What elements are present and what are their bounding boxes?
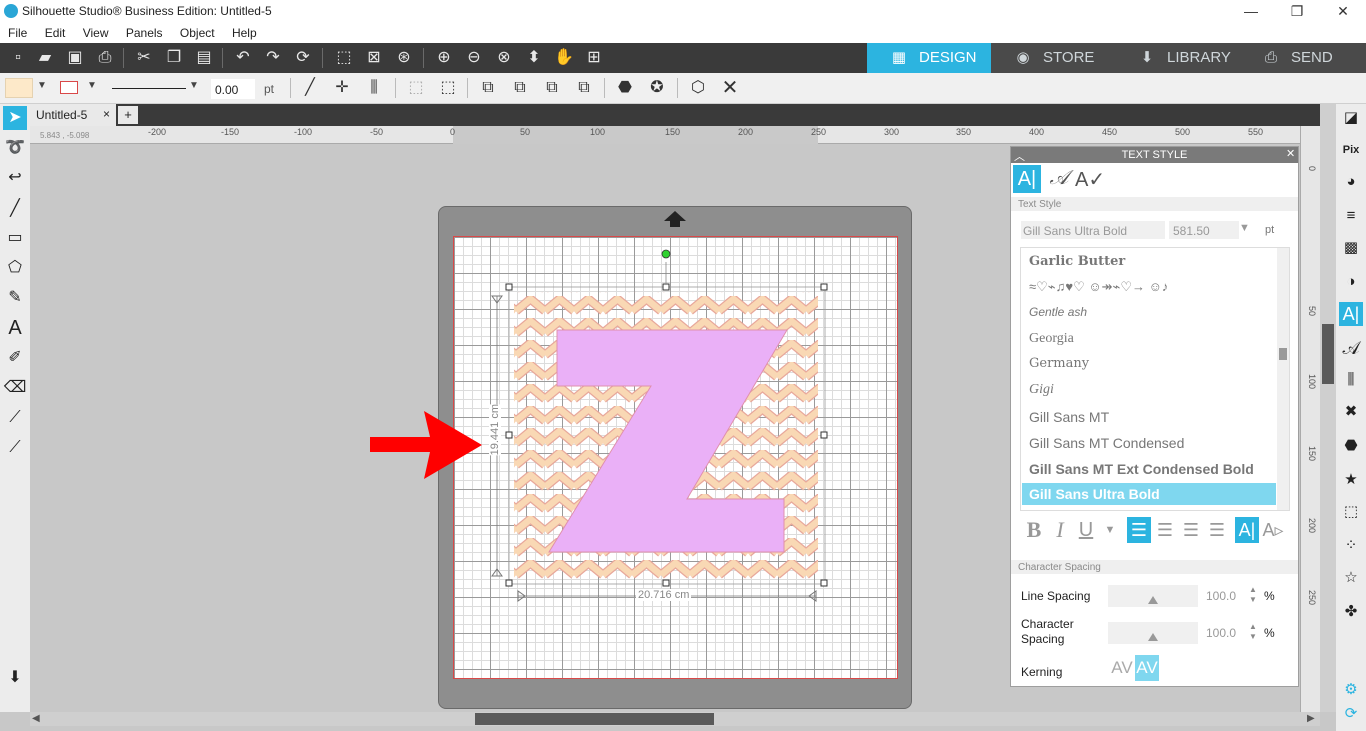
character-spacing-slider[interactable] — [1108, 622, 1198, 644]
horizontal-scrollbar[interactable]: ◀ ▶ — [30, 712, 1320, 726]
resize-handle[interactable] — [820, 283, 828, 291]
page-setup-icon[interactable]: ◪ — [1339, 106, 1363, 130]
line-style-icon[interactable]: ≡ — [1339, 204, 1363, 228]
text-style-panel-icon[interactable]: A| — [1339, 302, 1363, 326]
align-panel-icon[interactable]: ⫼ — [1339, 368, 1363, 392]
percent-label: % — [1264, 626, 1275, 640]
image-effects-icon[interactable]: ▩ — [1339, 236, 1363, 260]
fill-color-icon[interactable]: ◕ — [1339, 170, 1363, 194]
align-left-icon[interactable]: ☰ — [1127, 517, 1151, 543]
vertical-scrollbar[interactable] — [1320, 104, 1336, 712]
resize-handle[interactable] — [505, 579, 513, 587]
resize-handle[interactable] — [505, 431, 513, 439]
collapse-panel-icon[interactable]: ︿ — [1014, 148, 1025, 164]
underline-button[interactable]: U — [1074, 517, 1098, 543]
replicate-icon[interactable]: ✖ — [1339, 400, 1363, 424]
close-panel-icon[interactable]: ✕ — [1286, 147, 1295, 160]
line-spacing-slider[interactable] — [1108, 585, 1198, 607]
sync-icon[interactable]: ⟳ — [1339, 702, 1363, 726]
settings-gear-icon[interactable]: ⚙ — [1339, 678, 1363, 702]
kerning-on-button[interactable]: AV — [1135, 655, 1159, 681]
slider-handle[interactable] — [1148, 633, 1158, 641]
font-item[interactable]: Germany — [1029, 356, 1089, 371]
offset-icon[interactable]: ★ — [1339, 468, 1363, 492]
bold-button[interactable]: B — [1022, 517, 1046, 543]
trace-icon[interactable]: ⬚ — [1339, 500, 1363, 524]
kerning-off-button[interactable]: AV — [1109, 655, 1135, 681]
font-item[interactable]: ≈♡⌁♫♥♡ ☺↠⌁♡→ ☺♪ — [1029, 279, 1168, 295]
resize-handle[interactable] — [505, 283, 513, 291]
resize-handle[interactable] — [662, 283, 670, 291]
line-spacing-stepper-icon[interactable]: ▲ ▼ — [1249, 585, 1257, 605]
resize-handle[interactable] — [820, 579, 828, 587]
line-spacing-input[interactable]: 100.0 — [1202, 586, 1252, 606]
align-center-icon[interactable]: ☰ — [1153, 517, 1177, 543]
slider-handle[interactable] — [1148, 596, 1158, 604]
vertical-scroll-thumb[interactable] — [1322, 324, 1334, 384]
align-right-icon[interactable]: ☰ — [1179, 517, 1203, 543]
text-on-path-tab-icon[interactable]: 𝒜 — [1045, 167, 1073, 193]
font-item[interactable]: Garlic Butter — [1029, 254, 1125, 269]
spell-check-tab-icon[interactable]: A✓ — [1075, 167, 1105, 193]
percent-label: % — [1264, 589, 1275, 603]
scroll-right-icon[interactable]: ▶ — [1307, 713, 1315, 724]
font-item[interactable]: Georgia — [1029, 331, 1074, 347]
font-size-dropdown-icon[interactable]: ▼ — [1239, 222, 1250, 234]
text-on-path-icon[interactable]: 𝒜 — [1339, 336, 1363, 360]
scroll-left-icon[interactable]: ◀ — [32, 713, 40, 724]
underline-dropdown-icon[interactable]: ▼ — [1098, 517, 1122, 543]
text-style-tab-icon[interactable]: A| — [1013, 165, 1041, 193]
annotation-arrow — [370, 411, 482, 479]
font-item[interactable]: Gigi — [1029, 382, 1054, 398]
sketch-effects-icon[interactable]: ☆ — [1339, 566, 1363, 590]
panel-header: TEXT STYLE — [1011, 147, 1298, 163]
font-list-scroll-thumb[interactable] — [1279, 348, 1287, 360]
character-spacing-input[interactable]: 100.0 — [1202, 623, 1252, 643]
font-size-unit: pt — [1265, 224, 1275, 236]
text-style-panel: TEXT STYLE ︿ ✕ A| 𝒜 A✓ Text Style Gill S… — [1010, 146, 1299, 687]
font-item[interactable]: Gill Sans MT — [1029, 409, 1109, 425]
selection-height-label: 19.441 cm — [489, 404, 501, 456]
font-name-input[interactable]: Gill Sans Ultra Bold — [1021, 221, 1165, 239]
italic-button[interactable]: I — [1048, 517, 1072, 543]
selection-width-label: 20.716 cm — [636, 589, 692, 601]
rotate-handle[interactable] — [661, 249, 671, 259]
align-justify-icon[interactable]: ☰ — [1205, 517, 1229, 543]
character-spacing-label: Character Spacing — [1021, 617, 1074, 646]
font-item-selected[interactable]: Gill Sans Ultra Bold — [1022, 483, 1276, 505]
transparency-icon[interactable]: ◑ — [1339, 270, 1363, 294]
font-list-scrollbar[interactable] — [1277, 248, 1289, 510]
rhinestone-icon[interactable]: ⁘ — [1339, 534, 1363, 558]
puzzle-icon[interactable]: ✤ — [1339, 600, 1363, 624]
resize-handle[interactable] — [662, 579, 670, 587]
resize-handle[interactable] — [820, 431, 828, 439]
pixscan-icon[interactable]: Pix — [1339, 138, 1363, 162]
vertical-text-icon[interactable]: A▹ — [1261, 517, 1285, 543]
horizontal-scroll-thumb[interactable] — [475, 713, 714, 725]
character-spacing-stepper-icon[interactable]: ▲ ▼ — [1249, 622, 1257, 642]
section-label: Character Spacing — [1018, 562, 1101, 573]
section-label: Text Style — [1018, 199, 1062, 210]
line-spacing-label: Line Spacing — [1021, 589, 1091, 603]
font-item[interactable]: Gill Sans MT Condensed — [1029, 435, 1184, 451]
horizontal-text-icon[interactable]: A| — [1235, 517, 1259, 543]
modify-icon[interactable]: ⬣ — [1339, 434, 1363, 458]
font-item[interactable]: Gentle ash — [1029, 305, 1087, 319]
kerning-label: Kerning — [1021, 665, 1063, 679]
font-item[interactable]: Gill Sans MT Ext Condensed Bold — [1029, 461, 1254, 477]
right-panel-strip: ◪ Pix ◕ ≡ ▩ ◑ A| 𝒜 ⫼ ✖ ⬣ ★ ⬚ ⁘ ☆ ✤ ⚙ ⟳ — [1336, 104, 1366, 731]
font-size-input[interactable]: 581.50 — [1169, 221, 1239, 239]
